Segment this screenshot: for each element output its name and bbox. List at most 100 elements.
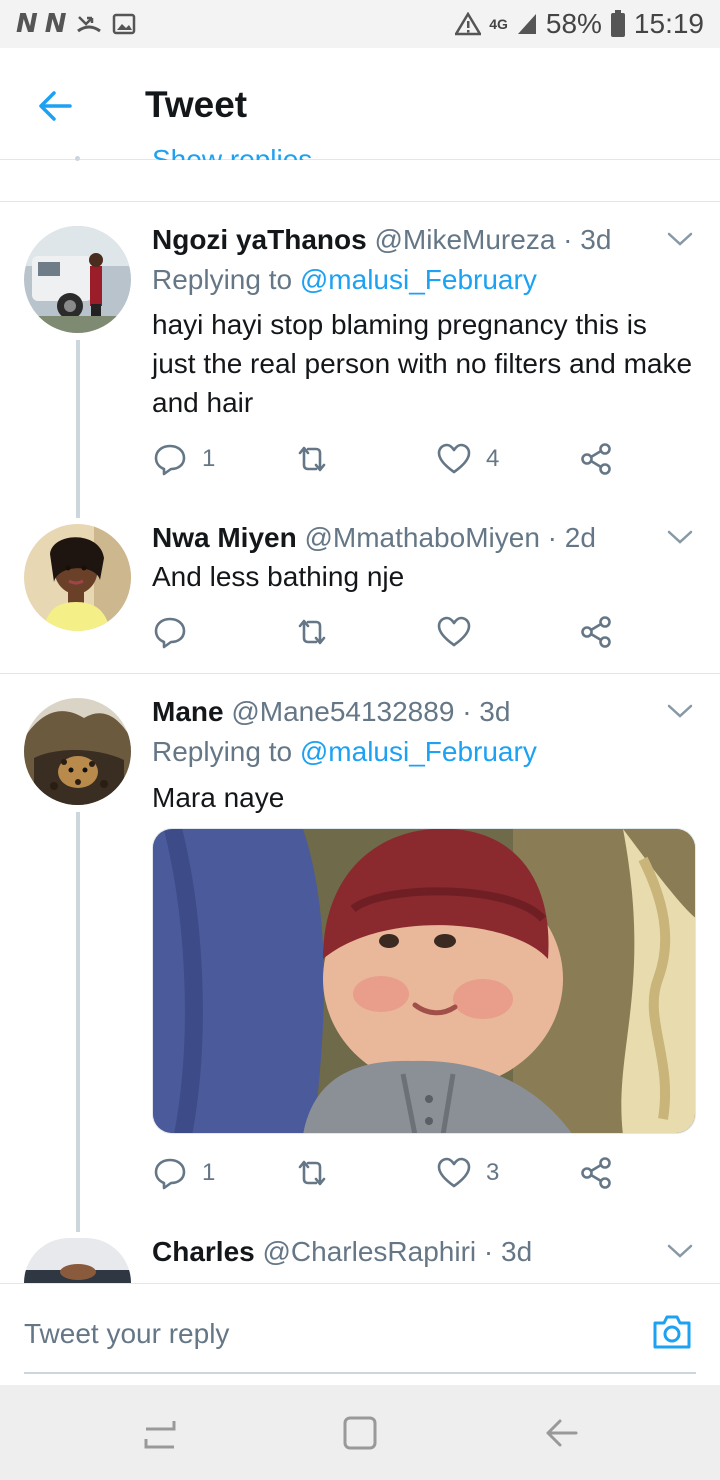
reply-icon bbox=[154, 1158, 186, 1190]
warning-icon bbox=[455, 12, 482, 36]
share-icon bbox=[581, 616, 611, 648]
recents-icon bbox=[144, 1421, 176, 1449]
back-button[interactable] bbox=[34, 84, 78, 128]
reply-composer bbox=[0, 1283, 720, 1385]
author-name[interactable]: Ngozi yaThanos bbox=[152, 224, 367, 255]
media-photo bbox=[153, 829, 695, 1133]
tweet-header: Nwa Miyen @MmathaboMiyen · 2d bbox=[152, 522, 596, 554]
like-count: 4 bbox=[486, 445, 500, 472]
battery-percent: 58% bbox=[545, 8, 602, 39]
camera-icon bbox=[653, 1315, 691, 1349]
tweet-text: And less bathing nje bbox=[152, 561, 405, 592]
heart-icon bbox=[437, 443, 471, 474]
tweet-time: · 3d bbox=[563, 224, 612, 255]
avatar-photo bbox=[24, 1238, 131, 1283]
system-back-icon bbox=[546, 1419, 578, 1447]
heart-icon bbox=[437, 616, 471, 647]
tweet-actions: 1 4 bbox=[152, 441, 672, 481]
tweet-time: · 3d bbox=[483, 1236, 533, 1267]
retweet-icon bbox=[298, 446, 326, 472]
show-replies-link[interactable]: Show replies bbox=[152, 143, 312, 160]
replying-to: Replying to @malusi_February bbox=[152, 264, 537, 296]
mention-link[interactable]: @malusi_February bbox=[300, 264, 537, 295]
share-button[interactable] bbox=[578, 441, 614, 477]
author-handle[interactable]: @MmathaboMiyen bbox=[304, 522, 539, 553]
like-button[interactable] bbox=[436, 614, 472, 650]
tweet-text: hayi hayi stop blaming pregnancy this is… bbox=[152, 309, 693, 418]
tweet-text: Mara naye bbox=[152, 782, 285, 813]
share-button[interactable] bbox=[578, 1155, 614, 1191]
like-button[interactable]: 4 bbox=[436, 441, 499, 477]
retweet-icon bbox=[298, 619, 326, 645]
tweet-header: Mane @Mane54132889 · 3d bbox=[152, 696, 510, 728]
tweet-time: · 3d bbox=[462, 696, 511, 727]
recent-apps-button[interactable] bbox=[140, 1413, 180, 1453]
tweet-header: Charles @CharlesRaphiri · 3d bbox=[152, 1236, 532, 1268]
retweet-button[interactable] bbox=[294, 441, 330, 477]
reply-input[interactable] bbox=[24, 1312, 624, 1356]
tweet-actions bbox=[152, 614, 672, 654]
reply-button[interactable]: 1 bbox=[152, 1155, 215, 1191]
author-handle[interactable]: @Mane54132889 bbox=[231, 696, 454, 727]
reply-count: 1 bbox=[202, 445, 216, 472]
retweet-button[interactable] bbox=[294, 1155, 330, 1191]
home-icon bbox=[343, 1416, 377, 1450]
system-nav-bar bbox=[0, 1385, 720, 1480]
system-back-button[interactable] bbox=[542, 1413, 582, 1453]
retweet-button[interactable] bbox=[294, 614, 330, 650]
battery-icon bbox=[610, 10, 625, 37]
replying-to: Replying to @malusi_February bbox=[152, 736, 537, 768]
missed-call-icon bbox=[76, 16, 101, 33]
divider bbox=[0, 673, 720, 674]
tweet-media-image[interactable] bbox=[152, 828, 696, 1134]
share-icon bbox=[581, 443, 611, 475]
author-handle[interactable]: @CharlesRaphiri bbox=[263, 1236, 477, 1267]
avatar[interactable] bbox=[24, 698, 131, 805]
reply-underline bbox=[24, 1372, 696, 1374]
status-bar: N N 4G 58% 15:19 bbox=[0, 0, 720, 48]
signal-icon bbox=[517, 14, 536, 34]
author-handle[interactable]: @MikeMureza bbox=[374, 224, 555, 255]
author-name[interactable]: Nwa Miyen bbox=[152, 522, 297, 553]
author-name[interactable]: Charles bbox=[152, 1236, 255, 1267]
home-button[interactable] bbox=[340, 1413, 380, 1453]
heart-icon bbox=[437, 1157, 471, 1188]
author-name[interactable]: Mane bbox=[152, 696, 224, 727]
avatar-photo bbox=[24, 698, 131, 805]
chevron-down-icon[interactable] bbox=[667, 231, 693, 247]
tweet-time: · 2d bbox=[547, 522, 596, 553]
avatar-photo bbox=[24, 226, 131, 333]
reply-button[interactable] bbox=[152, 614, 188, 650]
avatar-photo bbox=[24, 524, 131, 631]
network-type: 4G bbox=[489, 16, 508, 32]
status-left: N N bbox=[16, 9, 136, 39]
replying-prefix: Replying to bbox=[152, 736, 300, 767]
notification-icons: N N bbox=[16, 9, 67, 39]
reply-icon bbox=[154, 617, 186, 649]
clock: 15:19 bbox=[633, 8, 704, 39]
share-button[interactable] bbox=[578, 614, 614, 650]
mention-link[interactable]: @malusi_February bbox=[300, 736, 537, 767]
retweet-icon bbox=[298, 1160, 326, 1186]
thread-dot bbox=[75, 156, 80, 161]
avatar[interactable] bbox=[24, 226, 131, 333]
chevron-down-icon[interactable] bbox=[667, 1243, 693, 1259]
divider bbox=[0, 201, 720, 202]
back-arrow-icon bbox=[39, 91, 72, 121]
like-button[interactable]: 3 bbox=[436, 1155, 499, 1191]
reply-icon bbox=[154, 444, 186, 476]
chevron-down-icon[interactable] bbox=[667, 529, 693, 545]
reply-button[interactable]: 1 bbox=[152, 441, 215, 477]
tweet-actions: 1 3 bbox=[152, 1155, 672, 1195]
avatar[interactable] bbox=[24, 1238, 131, 1283]
thread-line bbox=[76, 812, 80, 1232]
top-app-bar: Tweet bbox=[0, 48, 720, 160]
camera-button[interactable] bbox=[651, 1311, 693, 1353]
chevron-down-icon[interactable] bbox=[667, 703, 693, 719]
avatar[interactable] bbox=[24, 524, 131, 631]
like-count: 3 bbox=[486, 1159, 500, 1186]
reply-count: 1 bbox=[202, 1159, 216, 1186]
page-title: Tweet bbox=[145, 84, 248, 125]
share-icon bbox=[581, 1157, 611, 1189]
gallery-icon bbox=[112, 13, 135, 35]
